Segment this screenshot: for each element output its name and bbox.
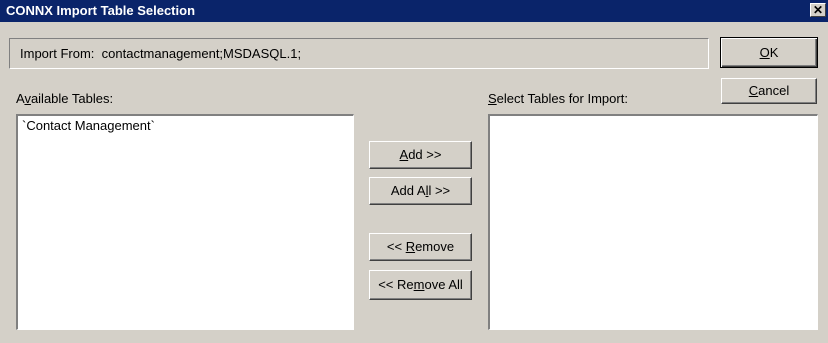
remove-button-text-a: <<	[386, 239, 406, 254]
remove-button-text-b: R	[405, 239, 416, 254]
cancel-button-text-c: ancel	[758, 83, 790, 98]
add-button-text-c: dd >>	[408, 147, 442, 162]
remove-all-button-text-a: << Re	[378, 277, 414, 292]
remove-button[interactable]: << Remove	[369, 233, 472, 261]
add-all-button-text-c: l >>	[428, 183, 451, 198]
available-tables-label: Available Tables:	[16, 91, 113, 106]
import-from-box: Import From: contactmanagement;MSDASQL.1…	[9, 38, 709, 69]
cancel-button[interactable]: Cancel	[721, 78, 817, 104]
title-bar[interactable]: CONNX Import Table Selection ✕	[0, 0, 828, 22]
remove-all-button-text-c: ove All	[424, 277, 463, 292]
ok-button-text-b: O	[759, 45, 770, 60]
ok-button[interactable]: OK	[720, 37, 818, 68]
available-tables-list[interactable]: `Contact Management`	[16, 114, 354, 330]
cancel-button-text-b: C	[748, 83, 759, 98]
add-all-button[interactable]: Add All >>	[369, 177, 472, 205]
select-tables-label-c: elect Tables for Import:	[496, 91, 628, 106]
selected-tables-list[interactable]	[488, 114, 818, 330]
add-button[interactable]: Add >>	[369, 141, 472, 169]
import-from-text: Import From: contactmanagement;MSDASQL.1…	[20, 46, 301, 61]
remove-all-button[interactable]: << Remove All	[369, 270, 472, 300]
select-tables-label-b: S	[488, 91, 497, 106]
import-from-value: contactmanagement;MSDASQL.1;	[101, 46, 302, 61]
available-tables-label-c: ailable Tables:	[30, 91, 114, 106]
list-item[interactable]: `Contact Management`	[22, 118, 155, 133]
window-title: CONNX Import Table Selection	[6, 3, 196, 18]
close-icon: ✕	[812, 3, 824, 17]
ok-button-text-c: K	[769, 45, 779, 60]
close-button[interactable]: ✕	[810, 3, 826, 17]
select-tables-label: Select Tables for Import:	[488, 91, 628, 106]
add-all-button-text-a: Add A	[390, 183, 426, 198]
import-from-label: Import From:	[20, 46, 95, 61]
add-button-text-b: A	[399, 147, 409, 162]
remove-button-text-c: emove	[415, 239, 455, 254]
remove-all-button-text-b: m	[413, 277, 425, 292]
